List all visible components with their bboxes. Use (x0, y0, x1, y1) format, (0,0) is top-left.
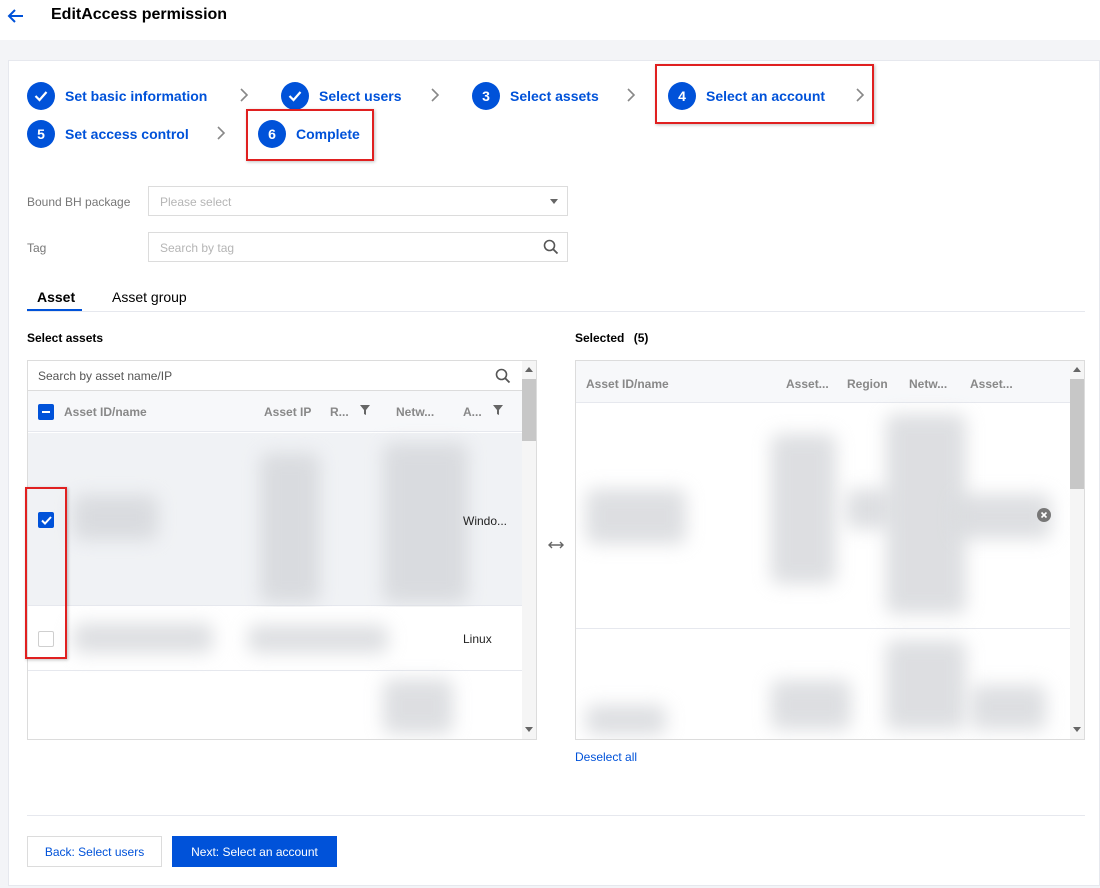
chevron-right-icon (627, 88, 636, 102)
selected-row (576, 404, 1070, 629)
os-cell: Windo... (463, 514, 508, 528)
scroll-thumb[interactable] (1070, 379, 1084, 489)
filter-icon[interactable] (360, 405, 370, 415)
step-number: 3 (472, 82, 500, 110)
scroll-thumb[interactable] (522, 379, 536, 441)
remove-icon[interactable] (1037, 508, 1051, 522)
asset-table-scrollbar[interactable] (522, 361, 536, 739)
tag-label: Tag (27, 241, 47, 255)
asset-table-header: Asset ID/name Asset IP R... Netw... A... (28, 391, 522, 432)
os-cell: Linux (463, 632, 492, 646)
step-label: Select assets (510, 88, 599, 104)
asset-search-input[interactable]: Search by asset name/IP (28, 361, 522, 391)
redacted-ip (771, 680, 851, 730)
redacted-name (586, 489, 686, 544)
chevron-right-icon (217, 126, 226, 140)
package-select[interactable]: Please select (148, 186, 568, 216)
selected-row (576, 630, 1070, 739)
chevron-right-icon (431, 88, 440, 102)
selected-title: Selected (5) (575, 331, 648, 345)
asset-table: Search by asset name/IP Asset ID/name As… (27, 360, 537, 740)
transfer-arrows-icon (548, 541, 564, 549)
scroll-up-icon[interactable] (1073, 367, 1081, 372)
col-asset-id-name: Asset ID/name (586, 377, 669, 391)
search-icon[interactable] (495, 368, 511, 384)
redacted-ip (771, 434, 836, 584)
footer-divider (27, 815, 1085, 816)
highlight-box (655, 64, 874, 124)
select-assets-title: Select assets (27, 331, 104, 345)
redacted-network (886, 640, 966, 730)
back-arrow-icon[interactable] (6, 7, 26, 25)
scroll-up-icon[interactable] (525, 367, 533, 372)
asset-search-placeholder: Search by asset name/IP (38, 369, 173, 383)
selected-table-scrollbar[interactable] (1070, 361, 1084, 739)
highlight-box (246, 109, 374, 161)
table-row[interactable]: Linux (28, 607, 522, 671)
selected-count: (5) (633, 331, 649, 345)
col-asset-ip: Asset IP (264, 405, 312, 419)
step-select-assets[interactable]: 3 Select assets (472, 82, 599, 110)
tab-divider (27, 311, 1085, 312)
tag-search-input[interactable]: Search by tag (148, 232, 568, 262)
col-region: R... (330, 405, 349, 419)
scroll-down-icon[interactable] (1073, 727, 1081, 732)
selected-table: Asset ID/name Asset... Region Netw... As… (575, 360, 1085, 740)
chevron-right-icon (240, 88, 249, 102)
redacted-ip (260, 453, 320, 603)
deselect-all-link[interactable]: Deselect all (575, 750, 637, 764)
redacted-region (846, 489, 891, 529)
tab-asset[interactable]: Asset (37, 289, 75, 305)
search-icon[interactable] (543, 239, 559, 255)
tab-active-indicator (27, 309, 82, 311)
redacted-name (586, 705, 666, 735)
check-icon (27, 82, 55, 110)
scroll-down-icon[interactable] (525, 727, 533, 732)
tag-placeholder: Search by tag (160, 241, 235, 255)
step-select-users[interactable]: Select users (281, 82, 402, 110)
col-asset-ip: Asset... (786, 377, 829, 391)
col-region: Region (847, 377, 888, 391)
redacted-type (971, 685, 1046, 730)
step-label: Set basic information (65, 88, 208, 104)
selected-label: Selected (575, 331, 625, 345)
selected-table-header: Asset ID/name Asset... Region Netw... As… (576, 361, 1070, 403)
select-all-checkbox[interactable] (38, 404, 54, 420)
package-placeholder: Please select (160, 195, 232, 209)
redacted-name (73, 623, 213, 653)
caret-down-icon (550, 199, 558, 204)
step-number: 5 (27, 120, 55, 148)
table-row[interactable]: Windo... (28, 433, 522, 606)
redacted-network (886, 414, 966, 614)
back-button[interactable]: Back: Select users (27, 836, 162, 867)
col-os: A... (463, 405, 482, 419)
step-label: Set access control (65, 126, 189, 142)
filter-icon[interactable] (493, 405, 503, 415)
redacted-network (383, 443, 468, 603)
step-label: Select users (319, 88, 402, 104)
col-asset-type: Asset... (970, 377, 1013, 391)
redacted-ip (248, 625, 388, 653)
package-label: Bound BH package (27, 195, 131, 209)
step-set-basic-information[interactable]: Set basic information (27, 82, 207, 110)
next-button[interactable]: Next: Select an account (172, 836, 337, 867)
step-set-access-control[interactable]: 5 Set access control (27, 120, 189, 148)
col-asset-id-name: Asset ID/name (64, 405, 147, 419)
page-header: EditAccess permission (0, 0, 1100, 40)
tab-asset-group[interactable]: Asset group (112, 289, 187, 305)
page-title: EditAccess permission (51, 6, 228, 23)
highlight-box (25, 487, 67, 659)
check-icon (281, 82, 309, 110)
redacted-name (73, 495, 158, 540)
col-network: Netw... (909, 377, 948, 391)
col-network: Netw... (396, 405, 435, 419)
redacted-cell (383, 679, 453, 734)
